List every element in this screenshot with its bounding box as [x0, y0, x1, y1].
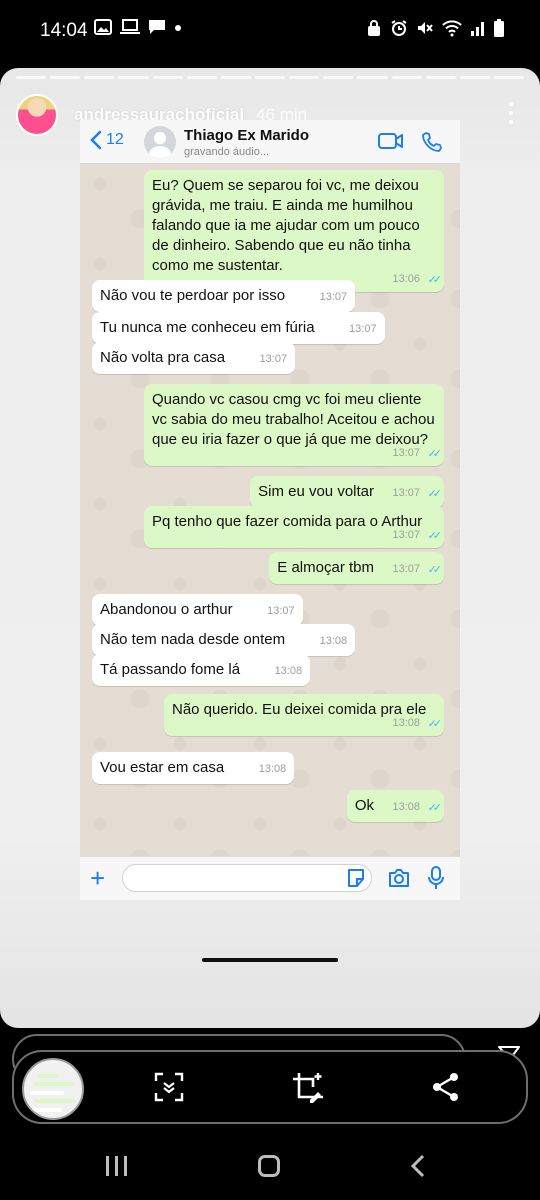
message-text: Pq tenho que fazer comida para o Arthur — [152, 513, 423, 530]
message-text: Sim eu vou voltar — [258, 483, 374, 500]
phone-icon — [422, 132, 442, 152]
message-bubble: Sim eu vou voltar 13:07 ✓✓ — [250, 476, 444, 508]
camera-icon — [389, 869, 409, 887]
message-time: 13:08 — [392, 801, 420, 813]
read-ticks-icon: ✓✓ — [427, 274, 443, 286]
back-button: 12 — [90, 130, 124, 150]
message-text: E almoçar tbm — [277, 559, 374, 576]
read-ticks-icon: ✓✓ — [427, 448, 443, 460]
chat-screenshot: 12 Thiago Ex Marido gravando áudio... Eu… — [80, 120, 460, 900]
message-text: Vou estar em casa — [100, 759, 225, 776]
battery-icon — [494, 19, 504, 37]
home-indicator — [202, 958, 338, 962]
read-ticks-icon: ✓✓ — [427, 530, 443, 542]
contact-status: gravando áudio... — [184, 146, 270, 158]
chat-messages: Eu? Quem se separou foi vc, me deixou gr… — [80, 164, 460, 856]
message-time: 13:08 — [274, 665, 303, 677]
microphone-icon — [428, 866, 444, 889]
story-progress-bar — [16, 76, 525, 79]
message-time: 13:08 — [392, 717, 420, 729]
screenshot-thumbnail[interactable] — [22, 1058, 84, 1120]
message-text: Não volta pra casa — [100, 349, 226, 366]
message-bubble: Abandonou o arthur 13:07 — [92, 594, 303, 626]
status-bar: 14:04 — [0, 0, 540, 62]
message-time: 13:07 — [392, 447, 420, 459]
message-text: Tá passando fome lá — [100, 661, 241, 678]
chat-header: 12 Thiago Ex Marido gravando áudio... — [80, 120, 460, 164]
message-bubble: Vou estar em casa 13:08 — [92, 752, 295, 784]
message-bubble: Não tem nada desde ontem 13:08 — [92, 624, 356, 656]
message-bubble: E almoçar tbm 13:07 ✓✓ — [269, 552, 444, 584]
message-time: 13:06 — [392, 273, 420, 285]
chat-icon — [149, 20, 165, 34]
image-icon — [94, 19, 112, 35]
read-ticks-icon: ✓✓ — [427, 564, 443, 576]
alarm-icon — [391, 20, 407, 36]
message-time: 13:07 — [267, 605, 295, 617]
message-time: 13:07 — [392, 563, 420, 575]
capture-toolbar — [12, 1050, 528, 1124]
message-text: Quando vc casou cmg vc foi meu cliente v… — [152, 391, 435, 448]
status-time: 14:04 — [40, 20, 88, 41]
message-text: Não querido. Eu deixei comida pra ele — [172, 701, 427, 718]
message-time: 13:07 — [392, 529, 420, 541]
message-time: 13:07 — [392, 487, 420, 499]
message-time: 13:07 — [319, 291, 348, 303]
chevron-left-icon — [90, 130, 102, 150]
message-bubble: Não querido. Eu deixei comida pra ele 13… — [164, 694, 444, 736]
message-text: Ok — [354, 797, 374, 814]
share-icon[interactable] — [432, 1072, 460, 1102]
lock-icon — [368, 20, 380, 36]
message-time: 13:07 — [259, 353, 288, 365]
plus-icon: + — [90, 863, 106, 893]
message-time: 13:08 — [319, 635, 348, 647]
navigation-bar — [0, 1130, 540, 1200]
message-text: Eu? Quem se separou foi vc, me deixou gr… — [152, 177, 420, 274]
unread-count: 12 — [106, 131, 124, 148]
status-left-icons — [94, 19, 182, 35]
message-text: Não vou te perdoar por isso — [100, 287, 286, 304]
message-time: 13:07 — [349, 323, 377, 335]
message-text: Não tem nada desde ontem — [100, 631, 286, 648]
back-nav-icon[interactable] — [410, 1154, 426, 1178]
message-bubble: Tu nunca me conheceu em fúria 13:07 — [92, 312, 385, 344]
read-ticks-icon: ✓✓ — [427, 488, 443, 500]
message-bubble: Não vou te perdoar por isso 13:07 — [92, 280, 356, 312]
message-bubble: Não volta pra casa 13:07 — [92, 342, 296, 374]
message-bubble: Quando vc casou cmg vc foi meu cliente v… — [144, 384, 444, 466]
message-bubble: Ok 13:08 ✓✓ — [346, 790, 444, 822]
message-bubble: Eu? Quem se separou foi vc, me deixou gr… — [144, 170, 444, 292]
laptop-icon — [120, 19, 140, 34]
message-text: Tu nunca me conheceu em fúria — [100, 319, 315, 336]
screenshot-icon[interactable] — [154, 1072, 184, 1102]
dot-icon — [175, 25, 181, 31]
home-button[interactable] — [258, 1155, 280, 1177]
message-time: 13:08 — [258, 763, 287, 775]
chat-input-bar: + — [80, 856, 460, 900]
contact-avatar — [144, 126, 176, 158]
sticker-icon — [348, 869, 364, 887]
recents-button[interactable] — [106, 1156, 127, 1176]
signal-icon — [471, 22, 484, 36]
message-text: Abandonou o arthur — [100, 601, 233, 618]
contact-name: Thiago Ex Marido — [184, 127, 310, 144]
message-bubble: Tá passando fome lá 13:08 — [92, 654, 311, 686]
wifi-icon — [442, 20, 462, 37]
status-right-icons — [366, 19, 504, 37]
video-call-icon — [378, 133, 403, 149]
crop-edit-icon[interactable] — [292, 1072, 324, 1104]
more-options-icon[interactable] — [508, 102, 514, 126]
message-input — [122, 864, 372, 892]
read-ticks-icon: ✓✓ — [427, 718, 443, 730]
read-ticks-icon: ✓✓ — [427, 802, 443, 814]
avatar[interactable] — [16, 94, 58, 136]
message-bubble: Pq tenho que fazer comida para o Arthur … — [144, 506, 444, 548]
mute-icon — [418, 22, 433, 34]
